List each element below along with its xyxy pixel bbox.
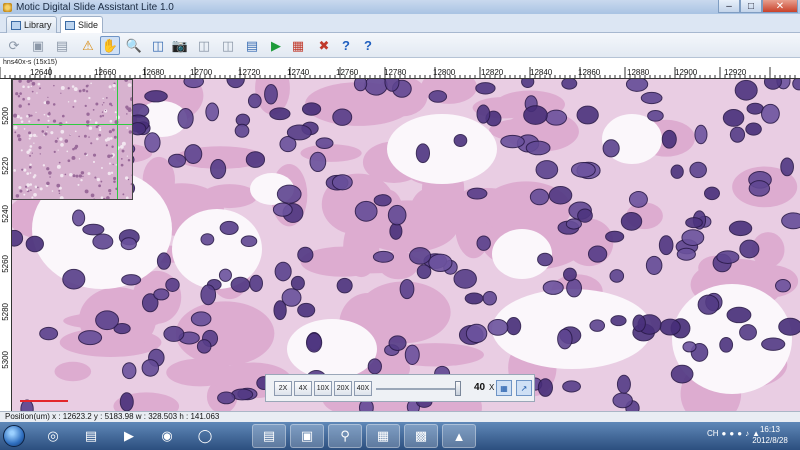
ruler-x-label: 12660 — [94, 68, 117, 77]
ruler-x-label: 12800 — [433, 68, 456, 77]
play-icon[interactable]: ▶ — [266, 36, 286, 55]
rotate-icon[interactable]: ⟳ — [4, 36, 24, 55]
tray-icon[interactable]: ● — [722, 429, 727, 438]
slide-label: hns40x-s (15x15) — [0, 58, 800, 67]
ruler-x-label: 12860 — [578, 68, 601, 77]
color-adjust-icon[interactable]: ▦ — [288, 36, 308, 55]
zoom-value: 40 — [474, 382, 486, 393]
magnifier-icon[interactable]: 🔍 — [124, 36, 144, 55]
zoom-40x-button[interactable]: 40X — [354, 381, 372, 396]
motic-icon[interactable]: ▩ — [404, 424, 438, 448]
ruler-x-label: 12760 — [336, 68, 359, 77]
zoom-panel: 2X 4X 10X 20X 40X 40 X ▦ ↗ — [265, 374, 535, 402]
overview-thumbnail[interactable] — [12, 79, 133, 200]
ruler-y-label: 5220 — [1, 157, 10, 175]
zoom-slider-thumb[interactable] — [455, 381, 461, 396]
overview-crosshair-vertical — [117, 80, 118, 199]
library-icon — [11, 20, 21, 30]
zoom-slider-track[interactable] — [376, 388, 458, 390]
clock-date: 2012/8/28 — [752, 436, 788, 445]
tab-slide[interactable]: Slide — [60, 16, 104, 33]
taskbar: ◎ ▤ ▶ ◉ ◯ ▤ ▣ ⚲ ▦ ▩ ▲ CH ● ● ● ♪ ▲ 16:13… — [0, 422, 800, 450]
clock-time: 16:13 — [759, 425, 781, 434]
ruler-x-label: 12820 — [481, 68, 504, 77]
ruler-y-label: 5260 — [1, 255, 10, 273]
slide-icon — [65, 20, 75, 30]
paint-icon[interactable]: ▣ — [290, 424, 324, 448]
ruler-x-label: 12900 — [675, 68, 698, 77]
ruler-y-label: 5240 — [1, 205, 10, 223]
ruler-x-label: 12780 — [384, 68, 407, 77]
ruler-x-label: 12880 — [627, 68, 650, 77]
tools-icon[interactable]: ✖ — [314, 36, 334, 55]
export-icon[interactable]: ▤ — [242, 36, 262, 55]
title-bar: Motic Digital Slide Assistant Lite 1.0 –… — [0, 0, 800, 14]
about-icon[interactable]: ? — [358, 36, 378, 55]
camera-icon[interactable]: 📷 — [170, 36, 190, 55]
ruler-x-label: 12700 — [190, 68, 213, 77]
tray-icon[interactable]: ● — [737, 429, 742, 438]
status-bar: Position(um) x : 12623.2 y : 5183.98 w :… — [0, 411, 800, 422]
toolbar: ⟳ ▣ ▤ ⚠ ✋ 🔍 ◫ 📷 ◫ ◫ ▤ ▶ ▦ ✖ ? ? — [0, 33, 800, 58]
media-icon[interactable]: ▶ — [112, 424, 146, 448]
save-as-icon[interactable]: ▤ — [52, 36, 72, 55]
clock[interactable]: 16:13 2012/8/28 — [746, 424, 794, 446]
zoom-expand-icon[interactable]: ↗ — [516, 380, 532, 396]
folder-icon[interactable]: ▤ — [252, 424, 286, 448]
window-controls: – □ ✕ — [718, 0, 798, 13]
copy-icon[interactable]: ◫ — [194, 36, 214, 55]
save-icon[interactable]: ▣ — [28, 36, 48, 55]
zoom-unit: X — [489, 383, 495, 392]
tab-label: Slide — [78, 20, 99, 30]
minimize-button[interactable]: – — [718, 0, 740, 13]
chrome-icon[interactable]: ◉ — [150, 424, 184, 448]
ruler-y-label: 5300 — [1, 351, 10, 369]
fit-view-icon[interactable]: ◫ — [148, 36, 168, 55]
help-icon[interactable]: ? — [336, 36, 356, 55]
zoom-fit-icon[interactable]: ▦ — [496, 380, 512, 396]
tab-bar: Library Slide — [0, 14, 800, 33]
zoom-10x-button[interactable]: 10X — [314, 381, 332, 396]
ruler-y-label: 5280 — [1, 303, 10, 321]
info-icon[interactable]: ⚠ — [78, 36, 98, 55]
ruler-x-label: 12740 — [287, 68, 310, 77]
close-button[interactable]: ✕ — [762, 0, 798, 13]
overview-image — [13, 80, 132, 199]
zoom-4x-button[interactable]: 4X — [294, 381, 312, 396]
ruler-horizontal: 12640 12660 12680 12700 12720 12740 1276… — [0, 67, 800, 79]
hand-icon[interactable]: ✋ — [100, 36, 120, 55]
search-icon[interactable]: ⚲ — [328, 424, 362, 448]
ruler-x-label: 12840 — [530, 68, 553, 77]
zoom-2x-button[interactable]: 2X — [274, 381, 292, 396]
zoom-20x-button[interactable]: 20X — [334, 381, 352, 396]
maximize-button[interactable]: □ — [740, 0, 762, 13]
browser-icon[interactable]: ◯ — [188, 424, 222, 448]
explorer-icon[interactable]: ▤ — [74, 424, 108, 448]
window-title: Motic Digital Slide Assistant Lite 1.0 — [16, 1, 174, 13]
ruler-y-label: 5200 — [1, 107, 10, 125]
game-icon[interactable]: ▲ — [442, 424, 476, 448]
overview-crosshair-horizontal — [13, 124, 132, 125]
ruler-x-label: 12920 — [724, 68, 747, 77]
tab-library[interactable]: Library — [6, 16, 57, 33]
office-icon[interactable]: ▦ — [366, 424, 400, 448]
ruler-vertical: 5200 5220 5240 5260 5280 5300 — [0, 79, 12, 411]
ie-icon[interactable]: ◎ — [36, 424, 70, 448]
tab-label: Library — [24, 20, 52, 30]
ruler-x-label: 12640 — [30, 68, 53, 77]
app-icon — [3, 2, 12, 12]
ruler-x-label: 12720 — [238, 68, 261, 77]
start-button[interactable] — [3, 425, 25, 447]
tray-icon[interactable]: ● — [729, 429, 734, 438]
language-indicator[interactable]: CH — [707, 429, 719, 438]
compare-icon[interactable]: ◫ — [218, 36, 238, 55]
scale-bar — [20, 400, 68, 402]
ruler-x-label: 12680 — [142, 68, 165, 77]
